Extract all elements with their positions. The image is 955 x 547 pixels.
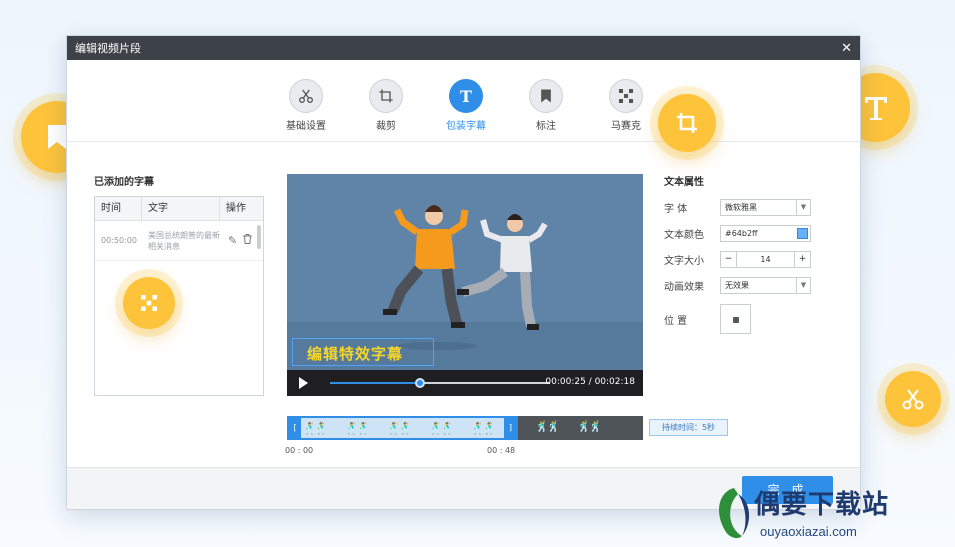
trash-icon[interactable] xyxy=(243,234,253,247)
tab-subtitles[interactable]: T 包装字幕 xyxy=(436,79,496,132)
titlebar: 编辑视频片段 ✕ xyxy=(67,36,860,60)
position-label: 位 置 xyxy=(664,315,688,327)
progress-fill xyxy=(330,382,421,384)
watermark-url: ouyaoxiazai.com xyxy=(760,524,857,539)
edit-video-dialog: 编辑视频片段 ✕ 基础设置 裁剪 T 包装字幕 标注 马赛克 已添加的字幕 时间… xyxy=(66,35,861,510)
timeline-start-handle-icon[interactable]: [ xyxy=(289,418,301,438)
crop-bubble-icon xyxy=(658,94,716,152)
tab-label: 基础设置 xyxy=(286,121,326,132)
font-label: 字 体 xyxy=(664,204,688,215)
thumb-icon: 🕺🕺 xyxy=(387,422,412,435)
timeline-end-handle-icon[interactable]: ] xyxy=(504,418,517,438)
tab-annotate[interactable]: 标注 xyxy=(516,79,576,132)
player-controls: 00:00:25 / 00:02:18 xyxy=(287,370,643,396)
size-row: 文字大小 − 14 + xyxy=(664,251,811,268)
scissors-bubble-icon xyxy=(885,371,941,427)
scissors-icon xyxy=(289,79,323,113)
scrollbar[interactable] xyxy=(257,225,261,249)
video-preview[interactable]: 编辑特效字幕 00:00:25 / 00:02:18 xyxy=(287,174,643,396)
color-row: 文本颜色 #64b2ff xyxy=(664,225,811,242)
column-text: 文字 xyxy=(142,197,220,220)
thumb-icon: 🕺🕺 xyxy=(303,422,328,435)
position-row: 位 置 xyxy=(664,304,751,334)
size-value[interactable]: 14 xyxy=(736,252,795,267)
timeline-start-label: 00 : 00 xyxy=(285,446,314,455)
anim-row: 动画效果 无效果 ▼ xyxy=(664,277,811,294)
toolbar: 基础设置 裁剪 T 包装字幕 标注 马赛克 xyxy=(67,60,860,142)
anim-select[interactable]: 无效果 ▼ xyxy=(720,277,811,294)
column-time: 时间 xyxy=(95,197,142,220)
watermark-logo-icon xyxy=(719,488,750,539)
thumb-icon: 🕺🕺 xyxy=(471,422,496,435)
font-row: 字 体 微软雅黑 ▼ xyxy=(664,199,811,216)
progress-track[interactable] xyxy=(330,378,550,388)
progress-knob[interactable] xyxy=(415,378,426,388)
subtitle-table: 时间 文字 操作 00:50:00 美国总统朗普的最新相关消息 ✎ xyxy=(94,196,264,396)
plus-icon[interactable]: + xyxy=(795,252,810,267)
timeline-end-label: 00 : 48 xyxy=(487,446,516,455)
play-icon[interactable] xyxy=(299,377,308,389)
table-row[interactable]: 00:50:00 美国总统朗普的最新相关消息 ✎ xyxy=(95,221,263,261)
caption-text[interactable]: 编辑特效字幕 xyxy=(307,343,403,364)
close-icon[interactable]: ✕ xyxy=(841,41,852,56)
color-field[interactable]: #64b2ff xyxy=(720,225,811,242)
chevron-down-icon: ▼ xyxy=(796,200,810,215)
tab-label: 包装字幕 xyxy=(446,121,486,132)
mosaic-icon xyxy=(609,79,643,113)
timeline-selection[interactable]: 🕺🕺 🕺🕺 🕺🕺 🕺🕺 🕺🕺 [ ] xyxy=(287,416,519,440)
position-picker[interactable] xyxy=(720,304,751,334)
duration-badge: 持续时间：5秒 xyxy=(649,419,728,436)
text-icon: T xyxy=(449,79,483,113)
thumb-icon: 🕺🕺 xyxy=(577,420,602,433)
edit-icon[interactable]: ✎ xyxy=(228,234,237,247)
row-text: 美国总统朗普的最新相关消息 xyxy=(148,230,220,251)
timeline-strip[interactable]: 🕺🕺 🕺🕺 🕺🕺 🕺🕺 🕺🕺 🕺🕺 🕺🕺 [ ] xyxy=(287,416,643,440)
tab-crop[interactable]: 裁剪 xyxy=(356,79,416,132)
caption-selection[interactable]: 编辑特效字幕 xyxy=(292,338,434,366)
mosaic-bubble-icon xyxy=(123,277,175,329)
window-title: 编辑视频片段 xyxy=(75,42,141,55)
thumb-icon: 🕺🕺 xyxy=(535,420,560,433)
watermark-brand: 偶要下载站 xyxy=(754,490,890,520)
position-dot xyxy=(733,317,739,323)
table-header: 时间 文字 操作 xyxy=(95,197,263,221)
color-swatch[interactable] xyxy=(797,228,808,239)
font-select[interactable]: 微软雅黑 ▼ xyxy=(720,199,811,216)
tab-basic-settings[interactable]: 基础设置 xyxy=(276,79,336,132)
tab-label: 马赛克 xyxy=(611,121,641,132)
subtitles-heading: 已添加的字幕 xyxy=(94,177,154,188)
time-readout: 00:00:25 / 00:02:18 xyxy=(545,377,635,387)
chevron-down-icon: ▼ xyxy=(796,278,810,293)
anim-value: 无效果 xyxy=(725,281,749,290)
props-heading: 文本属性 xyxy=(664,177,704,188)
watermark: 偶要下载站 ouyaoxiazai.com xyxy=(712,480,952,546)
tab-label: 裁剪 xyxy=(376,121,396,132)
row-time: 00:50:00 xyxy=(101,236,137,245)
font-value: 微软雅黑 xyxy=(725,203,757,212)
size-stepper[interactable]: − 14 + xyxy=(720,251,811,268)
thumb-icon: 🕺🕺 xyxy=(345,422,370,435)
color-label: 文本颜色 xyxy=(664,230,704,241)
color-value: #64b2ff xyxy=(725,229,758,238)
tab-mosaic[interactable]: 马赛克 xyxy=(596,79,656,132)
crop-icon xyxy=(369,79,403,113)
thumb-icon: 🕺🕺 xyxy=(429,422,454,435)
tab-label: 标注 xyxy=(536,121,556,132)
size-label: 文字大小 xyxy=(664,256,704,267)
dancers-image xyxy=(383,205,548,350)
bookmark-icon xyxy=(529,79,563,113)
column-actions: 操作 xyxy=(226,203,246,214)
minus-icon[interactable]: − xyxy=(721,252,736,267)
anim-label: 动画效果 xyxy=(664,282,704,293)
